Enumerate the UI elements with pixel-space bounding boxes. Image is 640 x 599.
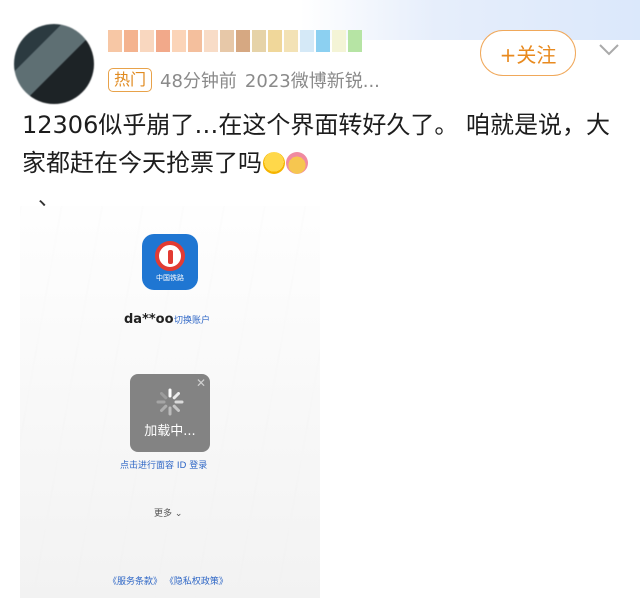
post-text: 12306似乎崩了…在这个界面转好久了。 咱就是说，大家都赶在今天抢票了吗 <box>22 111 610 177</box>
more-options[interactable]: 更多 ⌄ <box>154 506 182 519</box>
app-icon-label: 中国铁路 <box>156 274 184 282</box>
baby-chick-emoji-icon <box>286 152 308 174</box>
spinner-icon <box>156 388 184 416</box>
railway-app-icon: 中国铁路 <box>142 234 198 290</box>
close-icon[interactable]: ✕ <box>196 376 206 390</box>
loading-text: 加载中... <box>144 424 196 439</box>
username-pixelated[interactable] <box>108 30 362 56</box>
post-source: 2023微博新锐... <box>244 71 380 92</box>
chevron-down-icon[interactable] <box>596 36 622 62</box>
policy-links[interactable]: 《服务条款》 《隐私权政策》 <box>108 574 228 587</box>
chevron-down-icon: ⌄ <box>174 509 183 519</box>
switch-account-link[interactable]: 切换账户 <box>174 313 210 326</box>
loading-dialog: ✕ 加载中... <box>130 374 210 452</box>
post-time: 48分钟前 <box>160 71 237 92</box>
follow-label: +关注 <box>499 42 557 67</box>
embedded-screenshot[interactable]: 中国铁路 da**oo 切换账户 ✕ 加载中... 点击进行面容 ID 登录 更… <box>20 206 320 598</box>
hot-badge: 热门 <box>108 68 153 92</box>
shocked-emoji-icon <box>263 152 285 174</box>
post-body: 12306似乎崩了…在这个界面转好久了。 咱就是说，大家都赶在今天抢票了吗 <box>22 106 622 182</box>
account-name: da**oo <box>124 312 174 327</box>
more-label: 更多 <box>154 509 173 519</box>
post-meta: 热门 48分钟前 2023微博新锐... <box>108 67 380 93</box>
faceid-login-link[interactable]: 点击进行面容 ID 登录 <box>120 458 207 471</box>
follow-button[interactable]: +关注 <box>480 30 576 76</box>
avatar[interactable] <box>14 24 94 104</box>
railway-logo-icon <box>155 241 185 271</box>
